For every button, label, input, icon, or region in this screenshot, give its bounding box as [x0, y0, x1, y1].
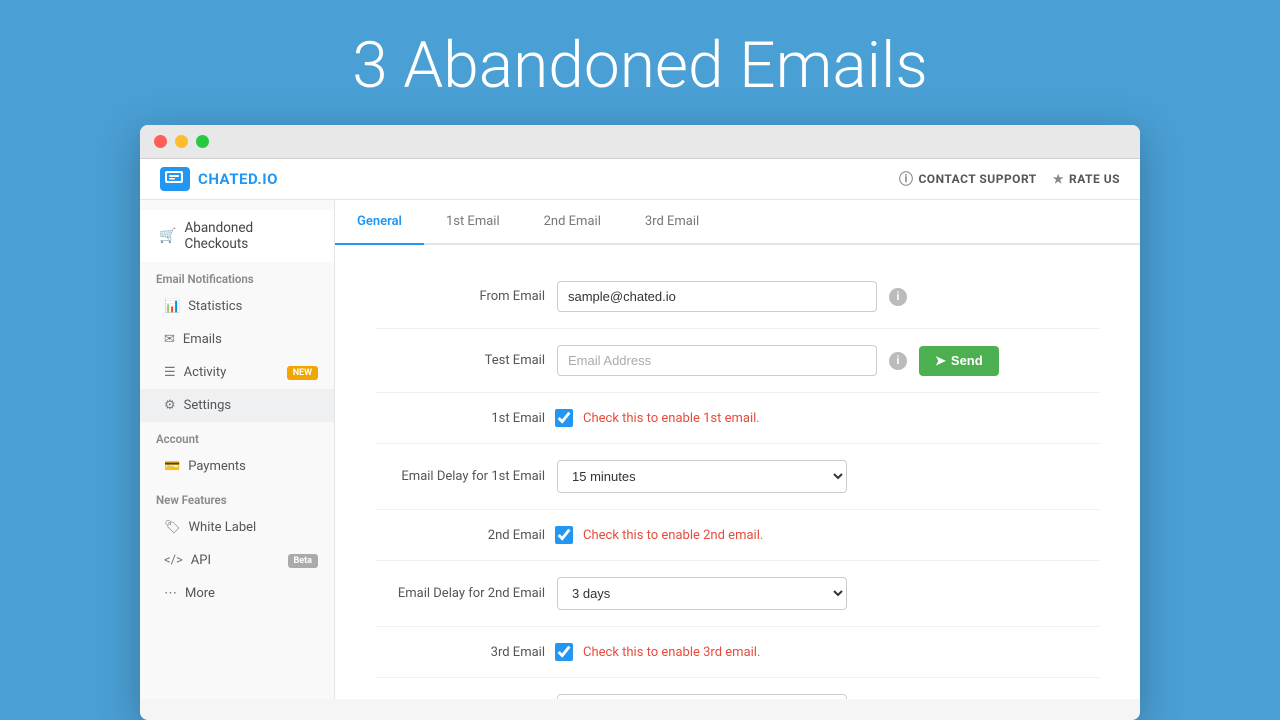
close-button[interactable] [154, 135, 167, 148]
2nd-email-delay-row: Email Delay for 2nd Email 1 day 2 days 3… [375, 561, 1100, 627]
send-icon: ➤ [935, 353, 946, 369]
sidebar-item-activity[interactable]: ☰ Activity New [140, 356, 334, 389]
section-label-email-notifications: Email Notifications [140, 262, 334, 290]
section-label-new-features: New Features [140, 483, 334, 511]
3rd-email-delay-row: Email Delay for 3rd Email 1 day 3 days 5… [375, 678, 1100, 699]
sidebar-item-label: API [191, 553, 211, 568]
window-titlebar [140, 125, 1140, 159]
payments-icon: 💳 [164, 459, 180, 474]
minimize-button[interactable] [175, 135, 188, 148]
send-button[interactable]: ➤ Send [919, 346, 999, 376]
test-email-row: Test Email i ➤ Send [375, 329, 1100, 393]
header-actions: ⓘ CONTACT SUPPORT ★ RATE US [899, 169, 1120, 189]
sidebar-item-label: Emails [183, 332, 222, 347]
3rd-email-enable-row: 3rd Email Check this to enable 3rd email… [375, 627, 1100, 678]
form-area: From Email i Test Email i ➤ Send 1st [335, 245, 1140, 699]
contact-support-label: CONTACT SUPPORT [918, 172, 1036, 186]
chart-icon: 📊 [164, 299, 180, 314]
rate-us-button[interactable]: ★ RATE US [1053, 172, 1120, 186]
sidebar-item-payments[interactable]: 💳 Payments [140, 450, 334, 483]
2nd-email-delay-label: Email Delay for 2nd Email [375, 586, 545, 601]
test-email-info-icon[interactable]: i [889, 352, 907, 370]
tabs-bar: General 1st Email 2nd Email 3rd Email [335, 200, 1140, 245]
rate-us-label: RATE US [1069, 172, 1120, 186]
1st-email-checkbox[interactable] [555, 409, 573, 427]
3rd-email-label: 3rd Email [375, 645, 545, 660]
sidebar-item-label: More [185, 586, 215, 601]
1st-email-delay-label: Email Delay for 1st Email [375, 469, 545, 484]
tab-3rd-email[interactable]: 3rd Email [623, 200, 721, 245]
1st-email-enable-text[interactable]: Check this to enable 1st email. [583, 411, 760, 426]
sidebar-item-api[interactable]: </> API Beta [140, 544, 334, 577]
api-icon: </> [164, 553, 183, 568]
window-body: 🛒 Abandoned Checkouts Email Notification… [140, 200, 1140, 699]
logo-icon [160, 167, 190, 191]
sidebar-item-label: Payments [188, 459, 246, 474]
sidebar-item-label: Activity [184, 365, 227, 380]
settings-icon: ⚙ [164, 398, 176, 413]
sidebar-item-white-label[interactable]: 🏷 White Label [140, 511, 334, 544]
from-email-input[interactable] [557, 281, 877, 312]
sidebar-item-label: Abandoned Checkouts [184, 220, 318, 252]
tab-general[interactable]: General [335, 200, 424, 245]
1st-email-delay-select[interactable]: 15 minutes 30 minutes 1 hour 2 hours 3 h… [557, 460, 847, 493]
email-icon: ✉ [164, 332, 175, 347]
app-window: CHATED.IO ⓘ CONTACT SUPPORT ★ RATE US 🛒 … [140, 125, 1140, 720]
1st-email-enable-row: 1st Email Check this to enable 1st email… [375, 393, 1100, 444]
test-email-input[interactable] [557, 345, 877, 376]
main-content: General 1st Email 2nd Email 3rd Email Fr… [335, 200, 1140, 699]
app-header: CHATED.IO ⓘ CONTACT SUPPORT ★ RATE US [140, 159, 1140, 200]
section-label-account: Account [140, 422, 334, 450]
3rd-email-enable-text[interactable]: Check this to enable 3rd email. [583, 645, 760, 660]
star-icon: ★ [1053, 172, 1064, 186]
app-name: CHATED.IO [198, 170, 278, 188]
contact-support-button[interactable]: ⓘ CONTACT SUPPORT [899, 169, 1037, 189]
test-email-label: Test Email [375, 353, 545, 368]
1st-email-delay-row: Email Delay for 1st Email 15 minutes 30 … [375, 444, 1100, 510]
from-email-row: From Email i [375, 265, 1100, 329]
label-icon: 🏷 [164, 520, 181, 535]
from-email-label: From Email [375, 289, 545, 304]
sidebar-item-label: Settings [184, 398, 231, 413]
beta-badge: Beta [288, 554, 318, 568]
maximize-button[interactable] [196, 135, 209, 148]
2nd-email-label: 2nd Email [375, 528, 545, 543]
logo-area: CHATED.IO [160, 167, 278, 191]
sidebar: 🛒 Abandoned Checkouts Email Notification… [140, 200, 335, 699]
3rd-email-checkbox[interactable] [555, 643, 573, 661]
sidebar-item-label: White Label [189, 520, 257, 535]
sidebar-item-settings[interactable]: ⚙ Settings [140, 389, 334, 422]
2nd-email-enable-row: 2nd Email Check this to enable 2nd email… [375, 510, 1100, 561]
2nd-email-enable-text[interactable]: Check this to enable 2nd email. [583, 528, 763, 543]
help-icon: ⓘ [899, 169, 914, 189]
tab-1st-email[interactable]: 1st Email [424, 200, 522, 245]
tab-2nd-email[interactable]: 2nd Email [522, 200, 623, 245]
sidebar-item-more[interactable]: ⋯ More [140, 577, 334, 610]
sidebar-item-abandoned-checkouts[interactable]: 🛒 Abandoned Checkouts [140, 210, 334, 262]
cart-icon: 🛒 [159, 228, 176, 244]
sidebar-item-label: Statistics [188, 299, 242, 314]
3rd-email-delay-select[interactable]: 1 day 3 days 5 days 7 days 14 days [557, 694, 847, 699]
from-email-info-icon[interactable]: i [889, 288, 907, 306]
new-badge: New [287, 366, 318, 380]
sidebar-item-emails[interactable]: ✉ Emails [140, 323, 334, 356]
send-label: Send [951, 353, 983, 368]
1st-email-label: 1st Email [375, 411, 545, 426]
2nd-email-delay-select[interactable]: 1 day 2 days 3 days 5 days 7 days [557, 577, 847, 610]
2nd-email-checkbox[interactable] [555, 526, 573, 544]
page-title: 3 Abandoned Emails [0, 0, 1280, 125]
more-icon: ⋯ [164, 586, 177, 601]
activity-icon: ☰ [164, 365, 176, 380]
sidebar-item-statistics[interactable]: 📊 Statistics [140, 290, 334, 323]
